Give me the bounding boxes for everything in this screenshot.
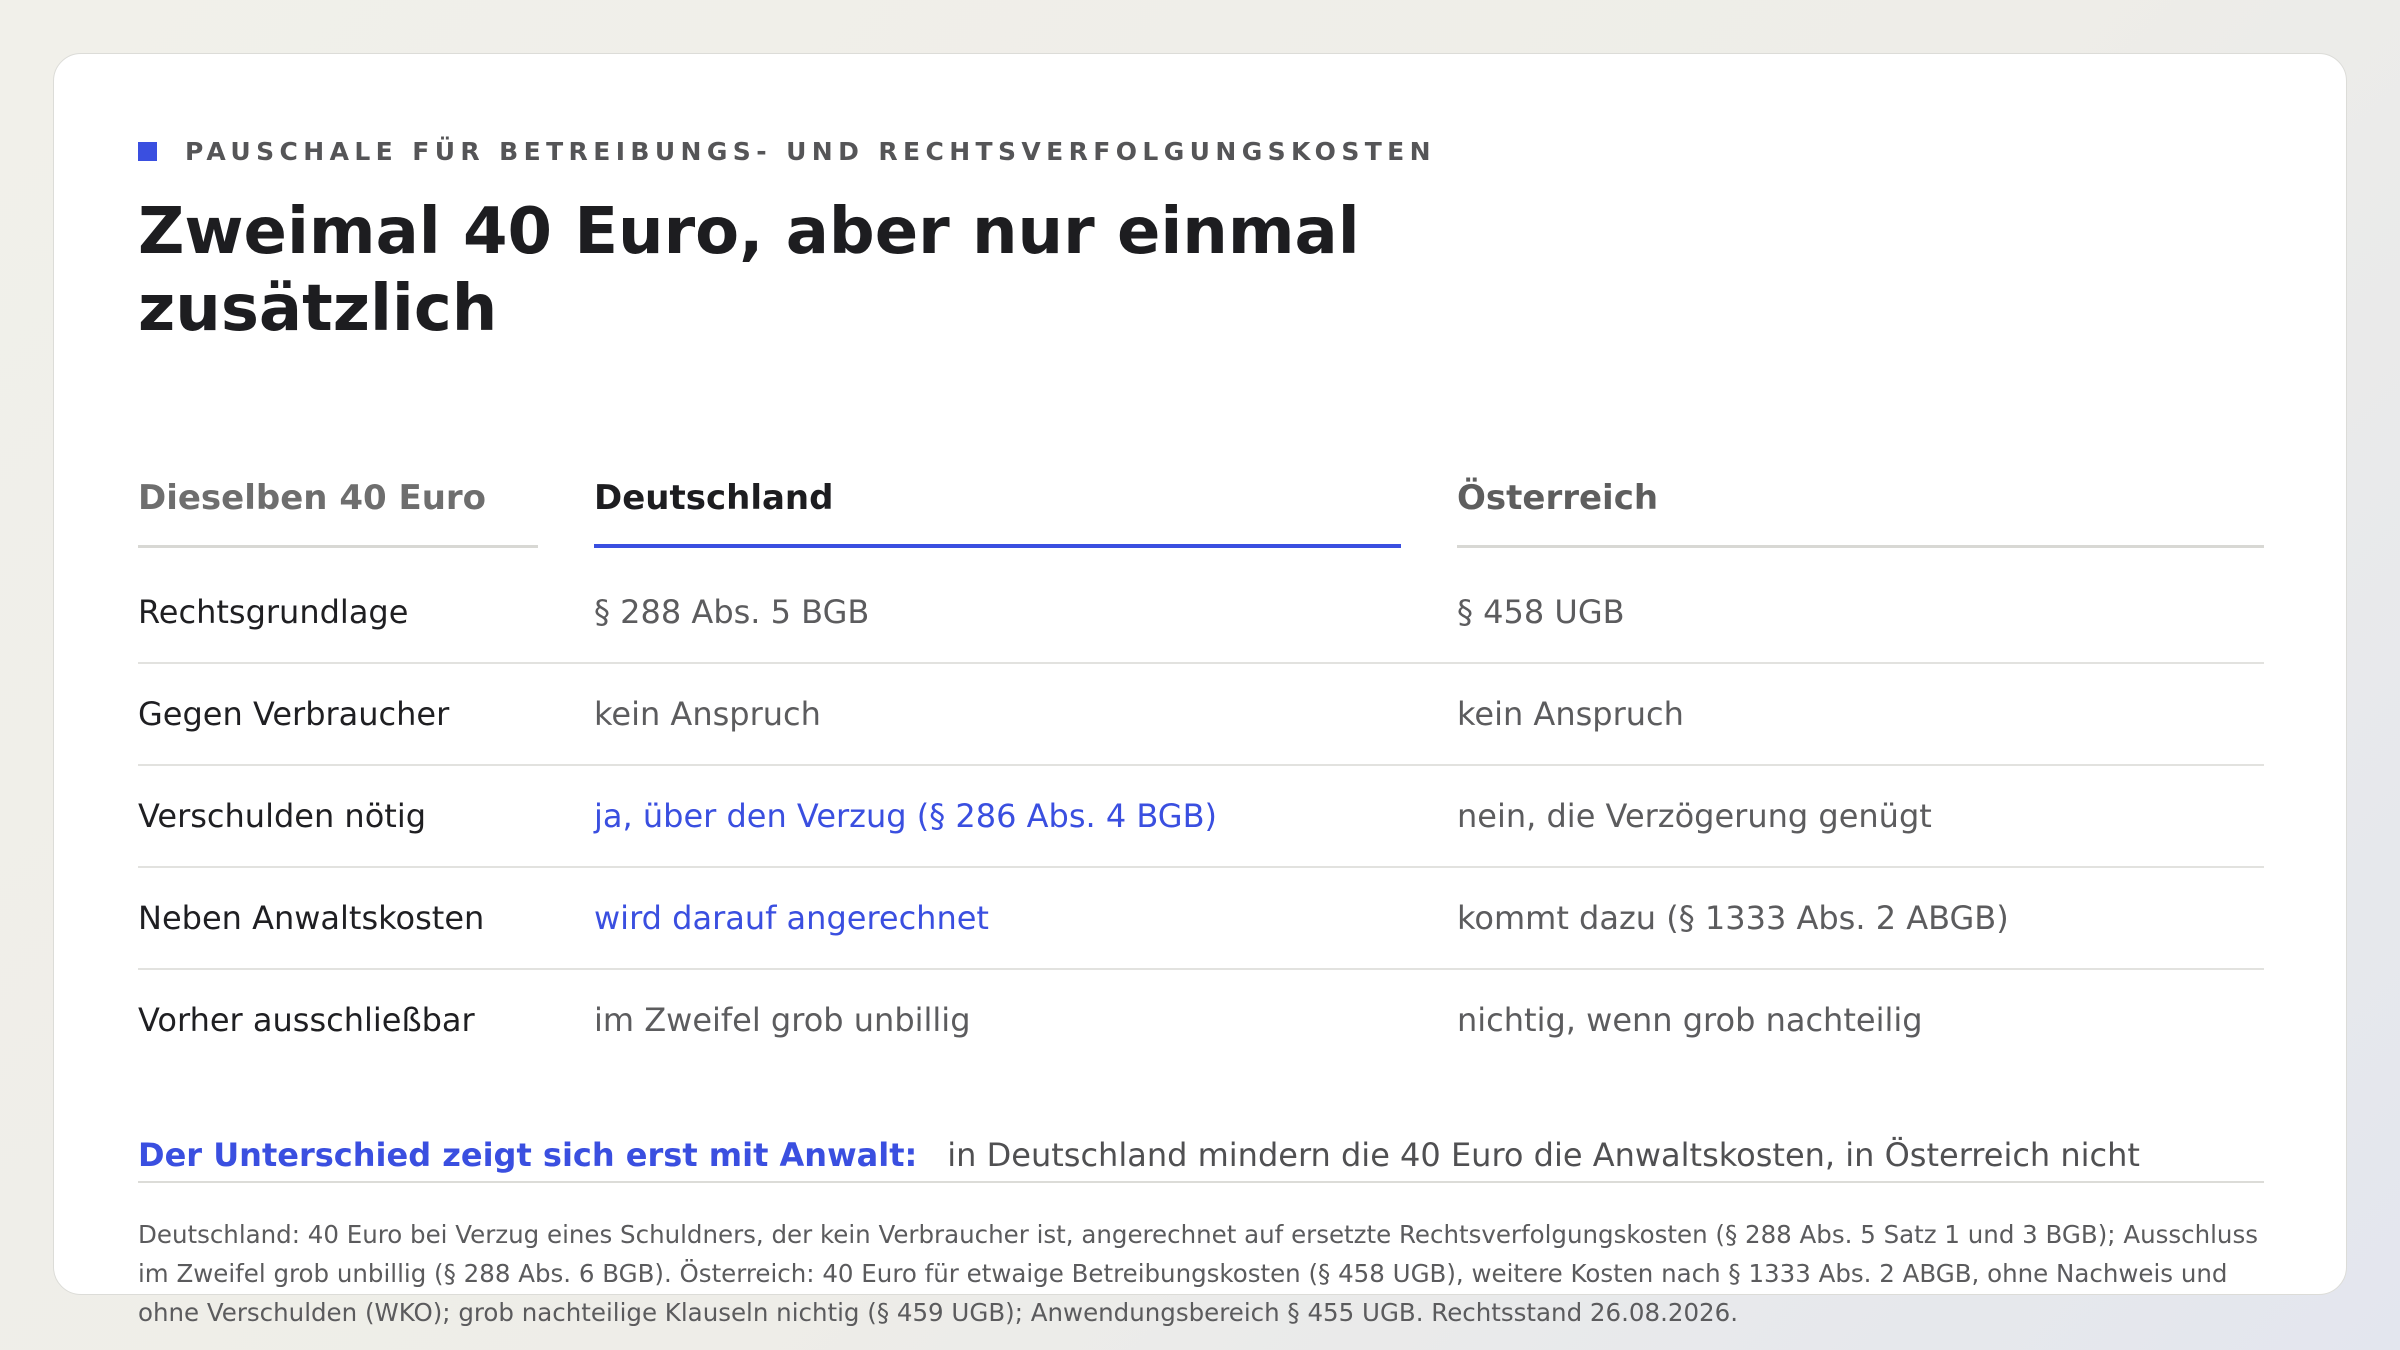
cell-oesterreich: § 458 UGB — [1457, 593, 1625, 631]
content-card: PAUSCHALE FÜR BETREIBUNGS- UND RECHTSVER… — [53, 53, 2347, 1327]
table-row: Neben Anwaltskosten wird darauf angerech… — [138, 868, 2264, 970]
comparison-table: Rechtsgrundlage § 288 Abs. 5 BGB § 458 U… — [138, 562, 2264, 1072]
table-row: Rechtsgrundlage § 288 Abs. 5 BGB § 458 U… — [138, 562, 2264, 664]
column-header-topic: Dieselben 40 Euro — [138, 472, 538, 548]
summary-lead: Der Unterschied zeigt sich erst mit Anwa… — [138, 1136, 918, 1174]
table-row: Vorher ausschließbar im Zweifel grob unb… — [138, 970, 2264, 1072]
square-bullet-icon — [138, 141, 157, 161]
summary-line: Der Unterschied zeigt sich erst mit Anwa… — [138, 1129, 2264, 1183]
row-label: Vorher ausschließbar — [138, 1001, 475, 1039]
cell-deutschland: im Zweifel grob unbillig — [594, 1001, 971, 1039]
cell-deutschland-highlight: wird darauf angerechnet — [594, 899, 989, 937]
cell-oesterreich: kein Anspruch — [1457, 695, 1684, 733]
eyebrow-text: PAUSCHALE FÜR BETREIBUNGS- UND RECHTSVER… — [185, 136, 1436, 166]
page-title: Zweimal 40 Euro, aber nur einmal zusätzl… — [138, 195, 1360, 346]
summary-text: in Deutschland mindern die 40 Euro die A… — [947, 1136, 2140, 1174]
cell-deutschland: § 288 Abs. 5 BGB — [594, 593, 870, 631]
row-label: Neben Anwaltskosten — [138, 899, 485, 937]
cell-oesterreich: nein, die Verzögerung genügt — [1457, 797, 1932, 835]
eyebrow: PAUSCHALE FÜR BETREIBUNGS- UND RECHTSVER… — [138, 136, 1436, 166]
column-header-deutschland: Deutschland — [594, 472, 1401, 548]
table-row: Gegen Verbraucher kein Anspruch kein Ans… — [138, 664, 2264, 766]
cell-oesterreich: kommt dazu (§ 1333 Abs. 2 ABGB) — [1457, 899, 2009, 937]
column-header-oesterreich: Österreich — [1457, 472, 2264, 548]
cell-deutschland-highlight: ja, über den Verzug (§ 286 Abs. 4 BGB) — [594, 797, 1217, 835]
row-label: Verschulden nötig — [138, 797, 427, 835]
footnote: Deutschland: 40 Euro bei Verzug eines Sc… — [138, 1220, 2258, 1327]
row-label: Gegen Verbraucher — [138, 695, 450, 733]
cell-oesterreich: nichtig, wenn grob nachteilig — [1457, 1001, 1923, 1039]
cell-deutschland: kein Anspruch — [594, 695, 821, 733]
table-row: Verschulden nötig ja, über den Verzug (§… — [138, 766, 2264, 868]
row-label: Rechtsgrundlage — [138, 593, 409, 631]
